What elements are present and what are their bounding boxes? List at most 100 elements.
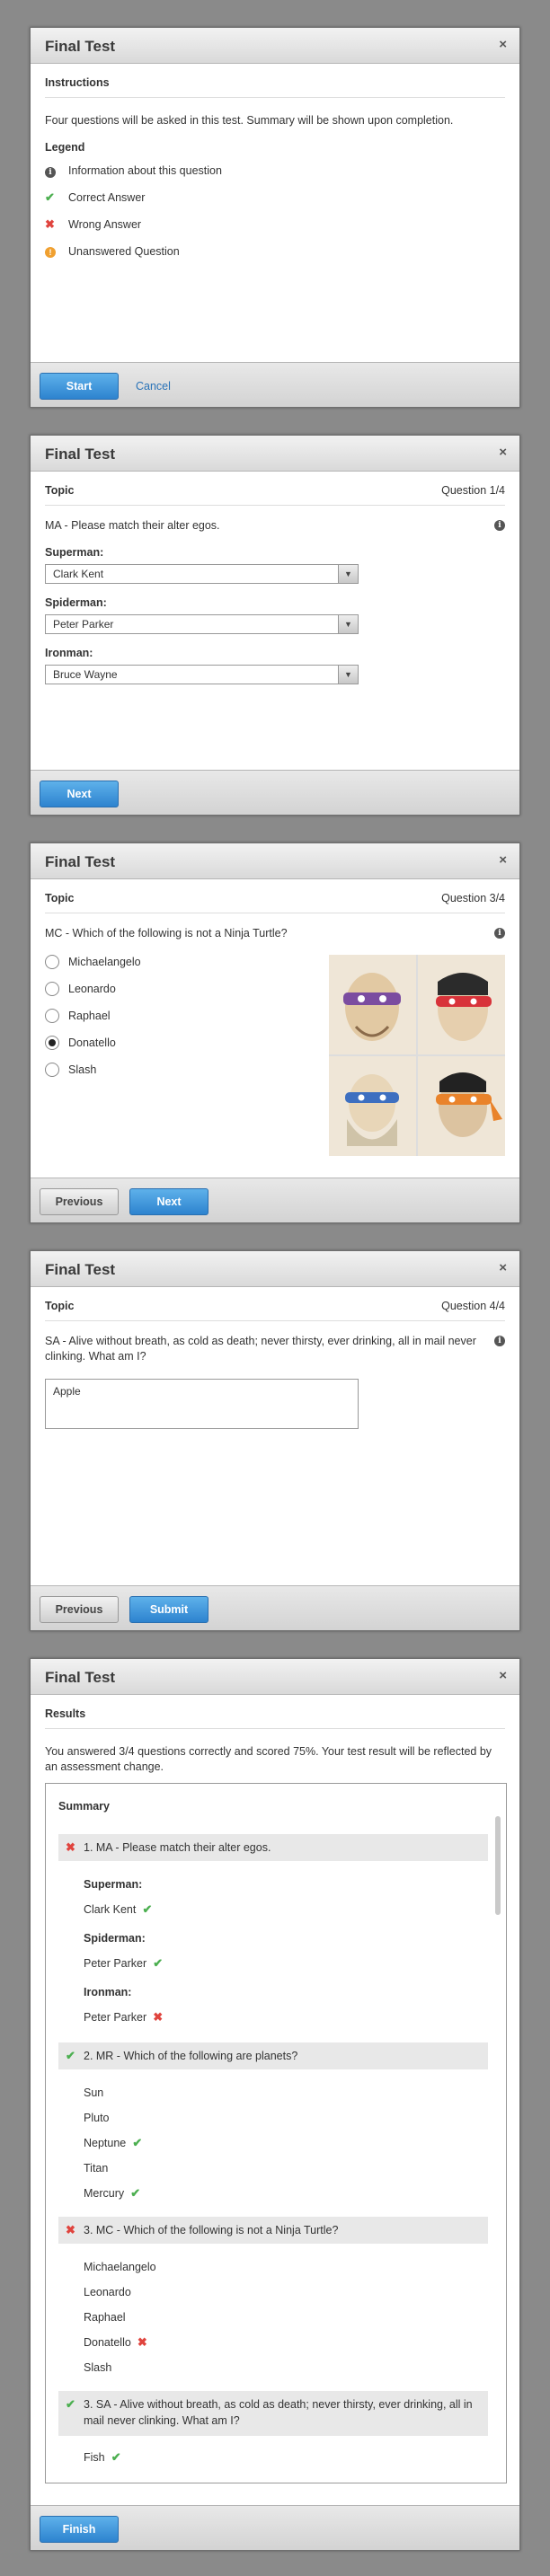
legend-item-unanswered: ! Unanswered Question bbox=[45, 238, 505, 265]
dialog-title: Final Test bbox=[45, 446, 116, 463]
summary-option: Sun bbox=[84, 2086, 104, 2099]
radio-button[interactable] bbox=[45, 1063, 59, 1077]
legend-label: Correct Answer bbox=[68, 191, 146, 204]
field-label: Ironman: bbox=[45, 647, 93, 659]
legend-title: Legend bbox=[45, 141, 85, 154]
question-counter: Question 3/4 bbox=[441, 892, 505, 904]
section-title: Instructions bbox=[45, 76, 110, 89]
dialog-footer: Finish bbox=[31, 2505, 519, 2550]
summary-answer: Peter Parker ✔ bbox=[84, 1956, 163, 1971]
option-label: Raphael bbox=[68, 1010, 111, 1022]
dialog-title: Final Test bbox=[45, 1669, 116, 1686]
legend-item-wrong: ✖ Wrong Answer bbox=[45, 211, 505, 238]
spiderman-select[interactable]: Peter Parker ▼ bbox=[45, 614, 359, 634]
answer-textarea[interactable]: Apple bbox=[45, 1379, 359, 1429]
close-icon[interactable]: × bbox=[499, 852, 507, 868]
radio-button[interactable] bbox=[45, 982, 59, 996]
summary-option: Titan bbox=[84, 2162, 109, 2175]
summary-answer: Neptune ✔ bbox=[84, 2136, 142, 2150]
dialog-footer: Previous Submit bbox=[31, 1585, 519, 1630]
turtle-portrait bbox=[418, 1056, 505, 1156]
start-button[interactable]: Start bbox=[40, 373, 119, 400]
answer-text: Neptune bbox=[84, 2137, 127, 2149]
question-counter: Question 1/4 bbox=[441, 484, 505, 497]
field-label: Superman: bbox=[45, 546, 104, 559]
instructions-text: Four questions will be asked in this tes… bbox=[45, 114, 454, 127]
x-icon: ✖ bbox=[149, 2010, 164, 2024]
section-title: Topic bbox=[45, 1300, 75, 1312]
question-1-dialog: Final Test × Topic Question 1/4 MA - Ple… bbox=[30, 435, 520, 816]
dialog-title: Final Test bbox=[45, 38, 116, 55]
turtle-portrait bbox=[329, 955, 416, 1054]
close-icon[interactable]: × bbox=[499, 445, 507, 460]
info-icon: i bbox=[45, 166, 56, 178]
dialog-header: Final Test × bbox=[31, 1251, 519, 1287]
close-icon[interactable]: × bbox=[499, 1260, 507, 1275]
section-header: Results bbox=[45, 1695, 505, 1729]
check-icon: ✔ bbox=[66, 2397, 75, 2411]
legend-label: Information about this question bbox=[68, 164, 222, 177]
dialog-title: Final Test bbox=[45, 853, 116, 870]
section-title: Topic bbox=[45, 484, 75, 497]
option-label: Leonardo bbox=[68, 983, 116, 995]
previous-button[interactable]: Previous bbox=[40, 1188, 119, 1215]
summary-question-title: 3. SA - Alive without breath, as cold as… bbox=[84, 2398, 473, 2427]
check-icon: ✔ bbox=[129, 2136, 143, 2149]
question-3-dialog: Final Test × Topic Question 3/4 MC - Whi… bbox=[30, 842, 520, 1223]
radio-button-selected[interactable] bbox=[45, 1036, 59, 1050]
check-icon: ✔ bbox=[127, 2186, 141, 2200]
x-icon: ✖ bbox=[66, 1840, 75, 1854]
question-counter: Question 4/4 bbox=[441, 1300, 505, 1312]
check-icon: ✔ bbox=[108, 2450, 121, 2464]
info-icon[interactable]: i bbox=[494, 1336, 505, 1346]
summary-option: Pluto bbox=[84, 2112, 110, 2124]
close-icon[interactable]: × bbox=[499, 1668, 507, 1683]
results-dialog: Final Test × Results You answered 3/4 qu… bbox=[30, 1658, 520, 2551]
x-icon: ✖ bbox=[134, 2335, 147, 2349]
summary-question: ✖ 1. MA - Please match their alter egos. bbox=[58, 1834, 488, 1861]
summary-answer: Clark Kent ✔ bbox=[84, 1902, 152, 1917]
radio-button[interactable] bbox=[45, 955, 59, 969]
dialog-title: Final Test bbox=[45, 1261, 116, 1278]
next-button[interactable]: Next bbox=[129, 1188, 208, 1215]
info-icon[interactable]: i bbox=[494, 928, 505, 939]
answer-text: Clark Kent bbox=[84, 1903, 137, 1916]
check-icon: ✔ bbox=[149, 1956, 164, 1970]
check-icon: ✔ bbox=[66, 2049, 75, 2062]
finish-button[interactable]: Finish bbox=[40, 2516, 119, 2543]
superman-select[interactable]: Clark Kent ▼ bbox=[45, 564, 359, 584]
question-text: MA - Please match their alter egos. i bbox=[45, 518, 505, 534]
section-title: Results bbox=[45, 1707, 86, 1720]
chevron-down-icon[interactable]: ▼ bbox=[338, 615, 358, 633]
close-icon[interactable]: × bbox=[499, 37, 507, 52]
section-header: Topic Question 1/4 bbox=[45, 472, 505, 506]
question-text: MC - Which of the following is not a Nin… bbox=[45, 926, 505, 941]
dialog-header: Final Test × bbox=[31, 843, 519, 879]
summary-question-title: 2. MR - Which of the following are plane… bbox=[84, 2050, 298, 2062]
legend-label: Wrong Answer bbox=[68, 218, 142, 231]
ironman-select[interactable]: Bruce Wayne ▼ bbox=[45, 665, 359, 684]
dialog-header: Final Test × bbox=[31, 1659, 519, 1695]
option-label: Michaelangelo bbox=[68, 956, 141, 968]
chevron-down-icon[interactable]: ▼ bbox=[338, 666, 358, 684]
chevron-down-icon[interactable]: ▼ bbox=[338, 565, 358, 583]
legend-label: Unanswered Question bbox=[68, 245, 180, 258]
scrollbar[interactable] bbox=[495, 1816, 501, 1915]
summary-option: Leonardo bbox=[84, 2286, 131, 2298]
x-icon: ✖ bbox=[66, 2223, 75, 2236]
next-button[interactable]: Next bbox=[40, 781, 119, 807]
select-value: Peter Parker bbox=[53, 618, 114, 631]
question-4-dialog: Final Test × Topic Question 4/4 SA - Ali… bbox=[30, 1250, 520, 1631]
answer-text: Peter Parker bbox=[84, 2011, 147, 2024]
previous-button[interactable]: Previous bbox=[40, 1596, 119, 1623]
select-value: Clark Kent bbox=[53, 568, 104, 580]
submit-button[interactable]: Submit bbox=[129, 1596, 208, 1623]
summary-option: Slash bbox=[84, 2361, 112, 2374]
turtle-portrait bbox=[418, 955, 505, 1054]
radio-button[interactable] bbox=[45, 1009, 59, 1023]
answer-text: Donatello bbox=[84, 2336, 131, 2349]
summary-panel[interactable]: Summary ✖ 1. MA - Please match their alt… bbox=[45, 1783, 507, 2483]
question-label: MA - Please match their alter egos. bbox=[45, 519, 220, 532]
cancel-link[interactable]: Cancel bbox=[136, 380, 171, 393]
info-icon[interactable]: i bbox=[494, 520, 505, 531]
